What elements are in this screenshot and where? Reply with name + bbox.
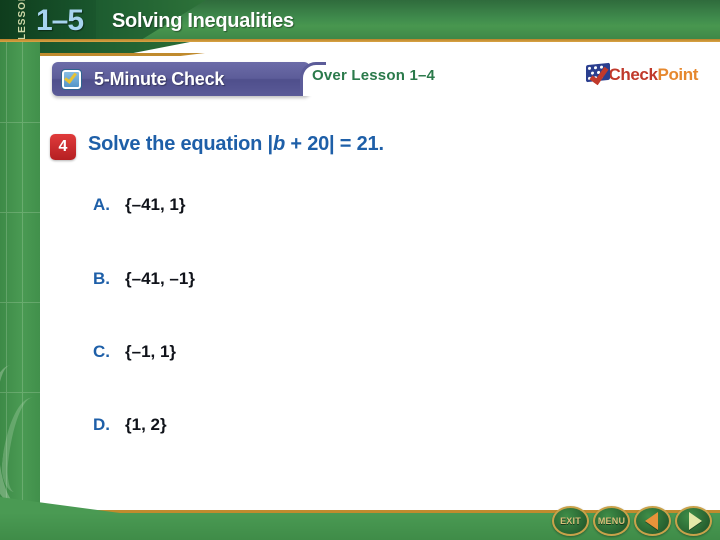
checkbox-checked-icon <box>61 68 82 90</box>
check-mark-glyph <box>64 69 77 84</box>
five-minute-check-label: 5-Minute Check <box>94 68 225 89</box>
checkpoint-flag-icon <box>586 62 612 86</box>
menu-button-label: MENU <box>597 516 626 526</box>
answer-option-a[interactable]: A. {–41, 1} <box>93 195 186 215</box>
question-prompt-prefix: Solve the equation | <box>88 133 273 155</box>
page-title: Solving Inequalities <box>112 10 294 32</box>
exit-button[interactable]: EXIT <box>552 506 589 536</box>
question-prompt-suffix: + 20| = 21. <box>285 133 384 155</box>
answer-letter-b: B. <box>93 269 110 288</box>
slide-footer: EXIT MENU <box>0 506 720 540</box>
checkpoint-logo: Check Point <box>586 62 699 86</box>
previous-slide-button[interactable] <box>634 506 671 536</box>
answer-letter-a: A. <box>93 195 110 214</box>
answer-letter-c: C. <box>93 342 110 361</box>
exit-button-label: EXIT <box>560 516 581 526</box>
lesson-number: 1–5 <box>36 4 84 37</box>
menu-button[interactable]: MENU <box>593 506 630 536</box>
five-minute-check-banner: 5-Minute Check <box>52 62 310 96</box>
triangle-right-icon <box>688 512 702 530</box>
answer-value-d: {1, 2} <box>125 415 167 434</box>
slide-header: LESSON 1–5 Solving Inequalities <box>0 0 720 42</box>
slide: LESSON 1–5 Solving Inequalities 5-Minute… <box>0 0 720 540</box>
checkpoint-word-check: Check <box>608 65 658 84</box>
question-prompt: Solve the equation |b + 20| = 21. <box>88 133 384 156</box>
answer-option-c[interactable]: C. {–1, 1} <box>93 342 176 362</box>
lesson-vertical-label: LESSON <box>17 0 28 40</box>
next-slide-button[interactable] <box>675 506 712 536</box>
left-decorative-rail <box>0 42 40 513</box>
question-variable: b <box>272 133 285 155</box>
navigation-buttons: EXIT MENU <box>552 503 712 539</box>
answer-option-b[interactable]: B. {–41, –1} <box>93 269 195 289</box>
answer-value-c: {–1, 1} <box>125 342 177 361</box>
checkpoint-word-point: Point <box>657 65 699 84</box>
answer-value-a: {–41, 1} <box>125 195 186 214</box>
question-number-badge: 4 <box>50 134 76 160</box>
answer-letter-d: D. <box>93 415 110 434</box>
triangle-left-icon <box>645 512 658 530</box>
answer-option-d[interactable]: D. {1, 2} <box>93 415 167 435</box>
over-lesson-label: Over Lesson 1–4 <box>312 67 436 84</box>
answer-value-b: {–41, –1} <box>125 269 195 288</box>
